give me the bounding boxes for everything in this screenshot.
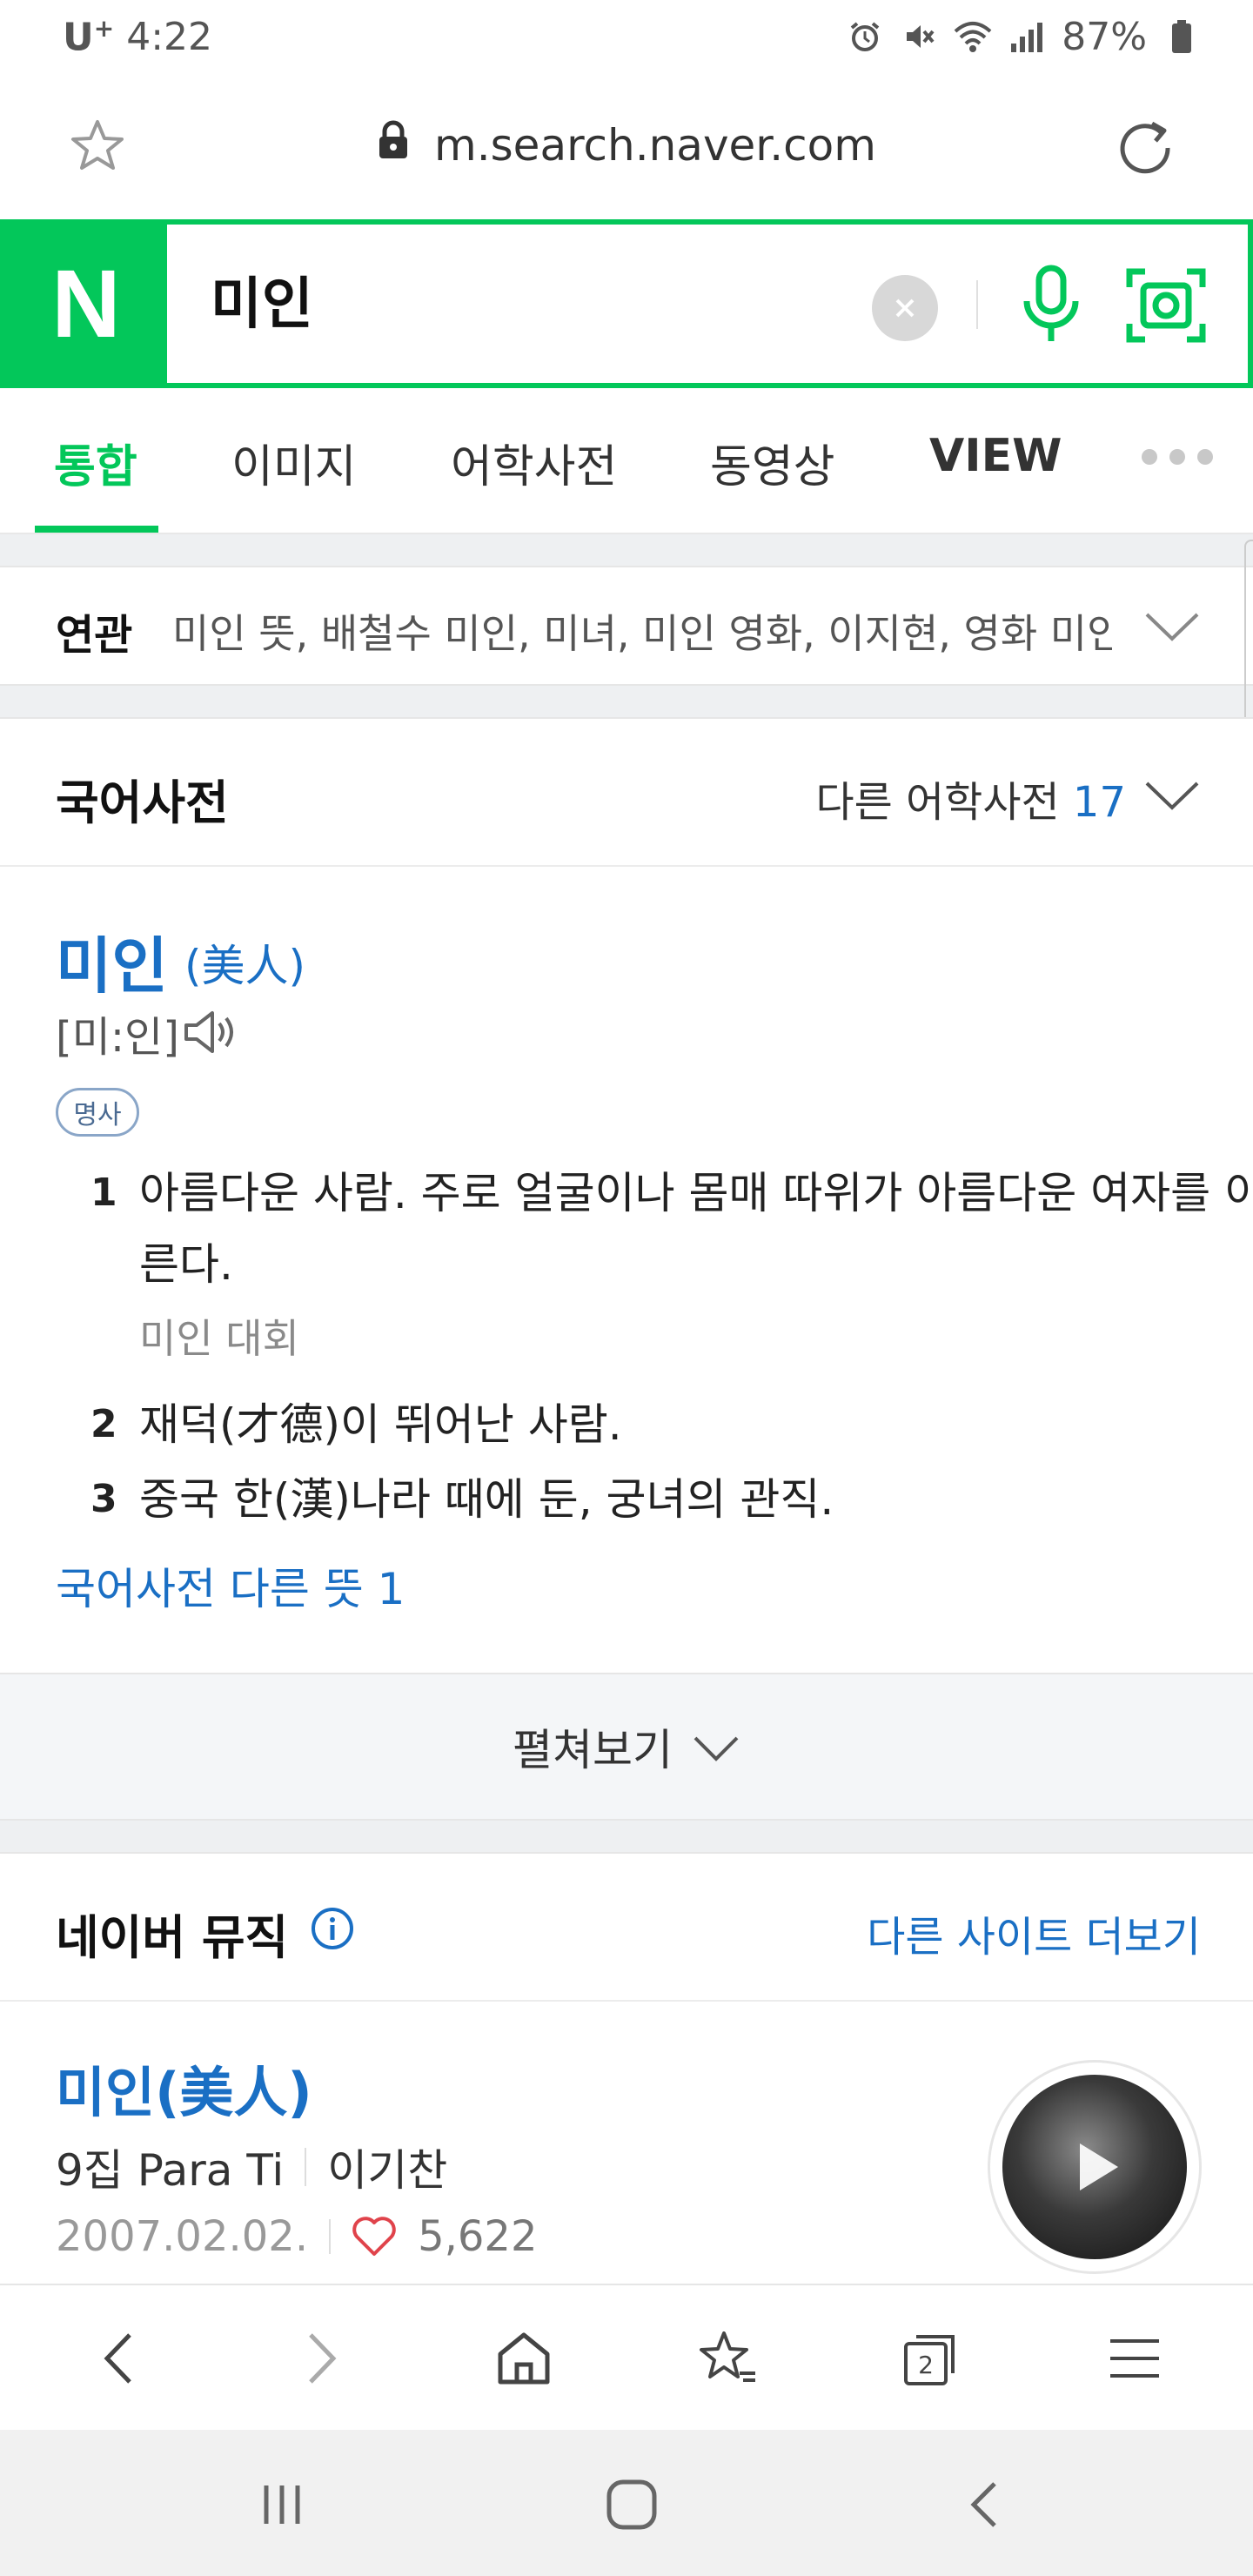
play-icon	[1080, 2143, 1118, 2190]
lock-icon	[377, 120, 410, 171]
artist-name[interactable]: 이기찬	[327, 2136, 447, 2198]
chevron-down-icon[interactable]	[1142, 771, 1203, 820]
chevron-down-icon[interactable]	[1142, 602, 1203, 651]
tab-view[interactable]: VIEW	[929, 430, 1062, 482]
music-section: 네이버 뮤직 다른 사이트 더보기 미인(美人) 9집 Para Ti 이기찬 …	[0, 1852, 1253, 2287]
status-left: U+ 4:22	[63, 14, 212, 60]
forward-icon[interactable]	[287, 2324, 357, 2393]
signal-icon	[1008, 17, 1046, 56]
info-icon[interactable]	[310, 1906, 355, 1951]
song-title[interactable]: 미인(美人)	[56, 2049, 312, 2127]
bookmarks-icon[interactable]	[693, 2324, 762, 2393]
battery-percent: 87%	[1062, 14, 1147, 59]
status-right: 87%	[846, 15, 1201, 59]
heart-icon[interactable]	[352, 2216, 397, 2257]
active-tab-indicator	[35, 526, 158, 533]
status-bar: U+ 4:22 87%	[0, 0, 1253, 73]
pronunciation: [미:인]	[56, 1013, 179, 1062]
clear-search-button[interactable]	[872, 275, 938, 341]
carrier-label: U+	[63, 13, 115, 60]
definition-example: 미인 대회	[139, 1315, 299, 1362]
album-name[interactable]: 9집 Para Ti	[56, 2136, 284, 2198]
dictionary-section: 국어사전 다른 어학사전 17 미인 (美人) [미:인] 명사 1 아름다운 …	[0, 717, 1253, 1674]
entry-word[interactable]: 미인	[56, 917, 168, 1005]
search-tabs: 통합 이미지 어학사전 동영상 VIEW	[0, 388, 1253, 534]
reload-icon[interactable]	[1114, 117, 1176, 179]
release-date: 2007.02.02.	[56, 2212, 309, 2261]
status-time: 4:22	[126, 14, 213, 59]
tab-videos[interactable]: 동영상	[710, 430, 835, 495]
song-stats: 2007.02.02. 5,622	[56, 2212, 538, 2261]
speaker-icon[interactable]	[183, 1006, 240, 1058]
expand-label: 펼쳐보기	[513, 1725, 673, 1775]
tab-integrated[interactable]: 통합	[54, 430, 137, 495]
entry-hanja: (美人)	[184, 941, 306, 991]
other-sites-link[interactable]: 다른 사이트 더보기	[867, 1902, 1201, 1963]
music-title: 네이버 뮤직	[56, 1910, 289, 1965]
more-meanings-link[interactable]: 국어사전 다른 뜻 1	[56, 1554, 405, 1617]
like-count: 5,622	[418, 2212, 538, 2261]
more-tabs-icon[interactable]	[1142, 444, 1220, 470]
home-button-icon[interactable]	[597, 2470, 667, 2539]
meta-divider	[305, 2148, 307, 2186]
related-label: 연관	[56, 611, 133, 660]
chevron-down-icon	[692, 1727, 740, 1766]
dictionary-header: 국어사전 다른 어학사전 17	[0, 719, 1253, 867]
related-items[interactable]: 미인 뜻, 배철수 미인, 미녀, 미인 영화, 이지현, 영화 미인	[172, 602, 1112, 660]
home-icon[interactable]	[489, 2324, 559, 2393]
album-cover	[1002, 2075, 1187, 2259]
menu-icon[interactable]	[1100, 2324, 1169, 2393]
url-display[interactable]: m.search.naver.com	[0, 120, 1253, 171]
related-searches: 연관 미인 뜻, 배철수 미인, 미녀, 미인 영화, 이지현, 영화 미인	[0, 566, 1253, 686]
tab-dictionary[interactable]: 어학사전	[451, 430, 617, 495]
search-divider	[976, 280, 978, 329]
battery-icon	[1163, 17, 1201, 56]
system-navigation-bar	[0, 2430, 1253, 2576]
tabs-icon[interactable]: 2	[896, 2324, 966, 2393]
back-icon[interactable]	[84, 2324, 153, 2393]
music-header: 네이버 뮤직 다른 사이트 더보기	[0, 1854, 1253, 2002]
browser-toolbar: 2	[0, 2284, 1253, 2430]
album-play-button[interactable]	[990, 2063, 1199, 2271]
section-gap	[0, 686, 1253, 717]
voice-search-icon[interactable]	[1015, 263, 1088, 346]
recent-apps-icon[interactable]	[247, 2470, 317, 2539]
section-gap	[0, 534, 1253, 566]
part-of-speech-badge: 명사	[56, 1088, 139, 1137]
alarm-icon	[846, 17, 884, 56]
meta-divider	[329, 2219, 332, 2254]
browser-url-bar: m.search.naver.com	[0, 73, 1253, 219]
section-gap	[0, 1821, 1253, 1852]
search-bar: N 미인	[0, 219, 1253, 388]
system-back-icon[interactable]	[950, 2470, 1020, 2539]
svg-text:2: 2	[918, 2351, 934, 2379]
song-meta: 9집 Para Ti 이기찬	[56, 2136, 447, 2198]
tab-images[interactable]: 이미지	[231, 430, 357, 495]
other-dictionaries-link[interactable]: 다른 어학사전 17	[815, 768, 1126, 828]
dictionary-title: 국어사전	[56, 775, 229, 830]
search-input[interactable]: 미인	[211, 259, 313, 339]
url-text: m.search.naver.com	[434, 120, 876, 171]
naver-logo[interactable]: N	[5, 225, 167, 383]
wifi-icon	[954, 17, 992, 56]
expand-button[interactable]: 펼쳐보기	[0, 1673, 1253, 1821]
smart-lens-icon[interactable]	[1124, 266, 1208, 345]
mute-icon	[900, 17, 938, 56]
